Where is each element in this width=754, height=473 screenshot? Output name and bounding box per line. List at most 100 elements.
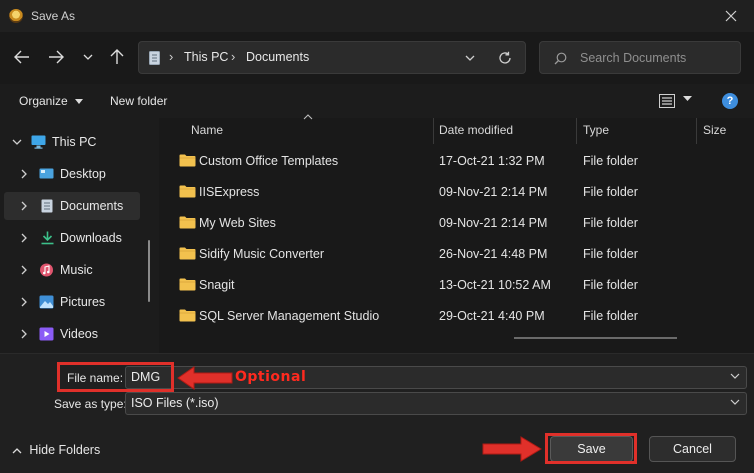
address-bar[interactable]: › This PC › Documents xyxy=(138,41,526,74)
annotation-arrow-right xyxy=(482,436,542,462)
file-date: 26-Nov-21 4:48 PM xyxy=(439,247,548,261)
chevron-right-icon xyxy=(21,265,27,275)
sidebar-scrollbar[interactable] xyxy=(148,240,150,302)
column-header-size[interactable]: Size xyxy=(703,123,726,137)
up-button[interactable] xyxy=(106,46,128,68)
document-icon xyxy=(149,51,160,65)
app-icon xyxy=(9,9,23,23)
chevron-down-icon[interactable] xyxy=(730,399,740,405)
breadcrumb-separator: › xyxy=(169,49,174,64)
desktop-icon xyxy=(39,168,54,179)
chevron-right-icon xyxy=(21,297,27,307)
arrow-up-icon xyxy=(110,49,124,64)
file-date: 09-Nov-21 2:14 PM xyxy=(439,216,548,230)
new-folder-button[interactable]: New folder xyxy=(110,94,167,108)
search-box xyxy=(539,41,741,74)
column-header-name[interactable]: Name xyxy=(191,123,223,137)
caret-down-icon[interactable] xyxy=(683,96,692,101)
documents-icon xyxy=(41,199,53,213)
annotation-optional: Optional xyxy=(235,369,307,385)
arrow-right-icon xyxy=(49,50,64,64)
column-divider[interactable] xyxy=(696,118,697,144)
sidebar-item-videos[interactable]: Videos xyxy=(4,320,140,348)
folder-icon xyxy=(179,247,196,260)
view-options-icon[interactable] xyxy=(659,94,675,108)
sidebar-item-this-pc[interactable]: This PC xyxy=(4,128,140,156)
horizontal-scrollbar[interactable] xyxy=(514,337,677,339)
refresh-icon[interactable] xyxy=(498,51,512,65)
command-bar: Organize New folder ? xyxy=(0,84,754,118)
monitor-icon xyxy=(31,135,46,149)
pictures-icon xyxy=(39,295,54,309)
chevron-down-icon[interactable] xyxy=(730,373,740,379)
table-row[interactable]: My Web Sites 09-Nov-21 2:14 PM File fold… xyxy=(171,208,711,238)
cancel-button[interactable]: Cancel xyxy=(649,436,736,462)
file-date: 29-Oct-21 4:40 PM xyxy=(439,309,545,323)
save-form: File name: DMG Save as type: ISO Files (… xyxy=(0,353,754,473)
table-row[interactable]: Custom Office Templates 17-Oct-21 1:32 P… xyxy=(171,146,711,176)
table-row[interactable]: SQL Server Management Studio 29-Oct-21 4… xyxy=(171,301,711,331)
table-row[interactable]: Snagit 13-Oct-21 10:52 AM File folder xyxy=(171,270,711,300)
file-name: IISExpress xyxy=(199,185,260,199)
sidebar-item-label: This PC xyxy=(52,135,97,149)
folder-icon xyxy=(179,185,196,198)
search-icon xyxy=(554,52,567,65)
search-input[interactable] xyxy=(580,48,730,68)
sidebar-item-pictures[interactable]: Pictures xyxy=(4,288,140,316)
organize-label: Organize xyxy=(19,94,68,108)
table-row[interactable]: Sidify Music Converter 26-Nov-21 4:48 PM… xyxy=(171,239,711,269)
column-divider[interactable] xyxy=(433,118,434,144)
file-name: My Web Sites xyxy=(199,216,276,230)
breadcrumb-documents[interactable]: Documents xyxy=(246,50,309,64)
file-date: 17-Oct-21 1:32 PM xyxy=(439,154,545,168)
file-name: Custom Office Templates xyxy=(199,154,339,168)
folder-icon xyxy=(179,154,196,167)
close-button[interactable] xyxy=(708,0,754,32)
forward-button[interactable] xyxy=(45,46,67,68)
sidebar-item-documents[interactable]: Documents xyxy=(4,192,140,220)
sort-ascending-icon xyxy=(303,114,313,120)
file-type: File folder xyxy=(583,309,638,323)
chevron-down-icon xyxy=(83,54,93,60)
chevron-down-icon[interactable] xyxy=(464,52,476,64)
chevron-up-icon xyxy=(12,447,22,454)
hide-folders-button[interactable]: Hide Folders xyxy=(12,443,100,457)
sidebar-item-desktop[interactable]: Desktop xyxy=(4,160,140,188)
file-type: File folder xyxy=(583,216,638,230)
navigation-pane: This PC Desktop Documents Downloads Musi… xyxy=(0,118,159,353)
organize-button[interactable]: Organize xyxy=(19,94,84,108)
save-type-label: Save as type: xyxy=(54,397,127,411)
column-header-date-modified[interactable]: Date modified xyxy=(439,123,513,137)
sidebar-item-label: Downloads xyxy=(60,231,122,245)
arrow-left-icon xyxy=(14,50,29,64)
chevron-right-icon xyxy=(21,169,27,179)
navigation-bar: › This PC › Documents xyxy=(0,32,754,84)
save-type-select[interactable]: ISO Files (*.iso) xyxy=(125,392,747,415)
caret-down-icon xyxy=(75,99,84,105)
file-type: File folder xyxy=(583,247,638,261)
sidebar-item-music[interactable]: Music xyxy=(4,256,140,284)
title-bar: Save As xyxy=(0,0,754,32)
folder-icon xyxy=(179,309,196,322)
column-divider[interactable] xyxy=(576,118,577,144)
column-header-type[interactable]: Type xyxy=(583,123,609,137)
table-row[interactable]: IISExpress 09-Nov-21 2:14 PM File folder xyxy=(171,177,711,207)
back-button[interactable] xyxy=(11,46,33,68)
help-icon[interactable]: ? xyxy=(722,93,738,109)
annotation-arrow-left xyxy=(177,366,233,390)
folder-icon xyxy=(179,216,196,229)
chevron-down-icon xyxy=(12,139,22,145)
file-name: SQL Server Management Studio xyxy=(199,309,380,323)
recent-locations-button[interactable] xyxy=(77,46,99,68)
chevron-right-icon xyxy=(21,329,27,339)
file-date: 09-Nov-21 2:14 PM xyxy=(439,185,548,199)
file-list: Name Date modified Type Size Custom Offi… xyxy=(159,114,754,353)
save-type-value: ISO Files (*.iso) xyxy=(131,396,219,410)
file-type: File folder xyxy=(583,185,638,199)
file-type: File folder xyxy=(583,154,638,168)
breadcrumb-this-pc[interactable]: This PC xyxy=(184,50,228,64)
sidebar-item-label: Desktop xyxy=(60,167,106,181)
sidebar-item-downloads[interactable]: Downloads xyxy=(4,224,140,252)
file-name: Snagit xyxy=(199,278,235,292)
close-icon xyxy=(725,10,737,22)
